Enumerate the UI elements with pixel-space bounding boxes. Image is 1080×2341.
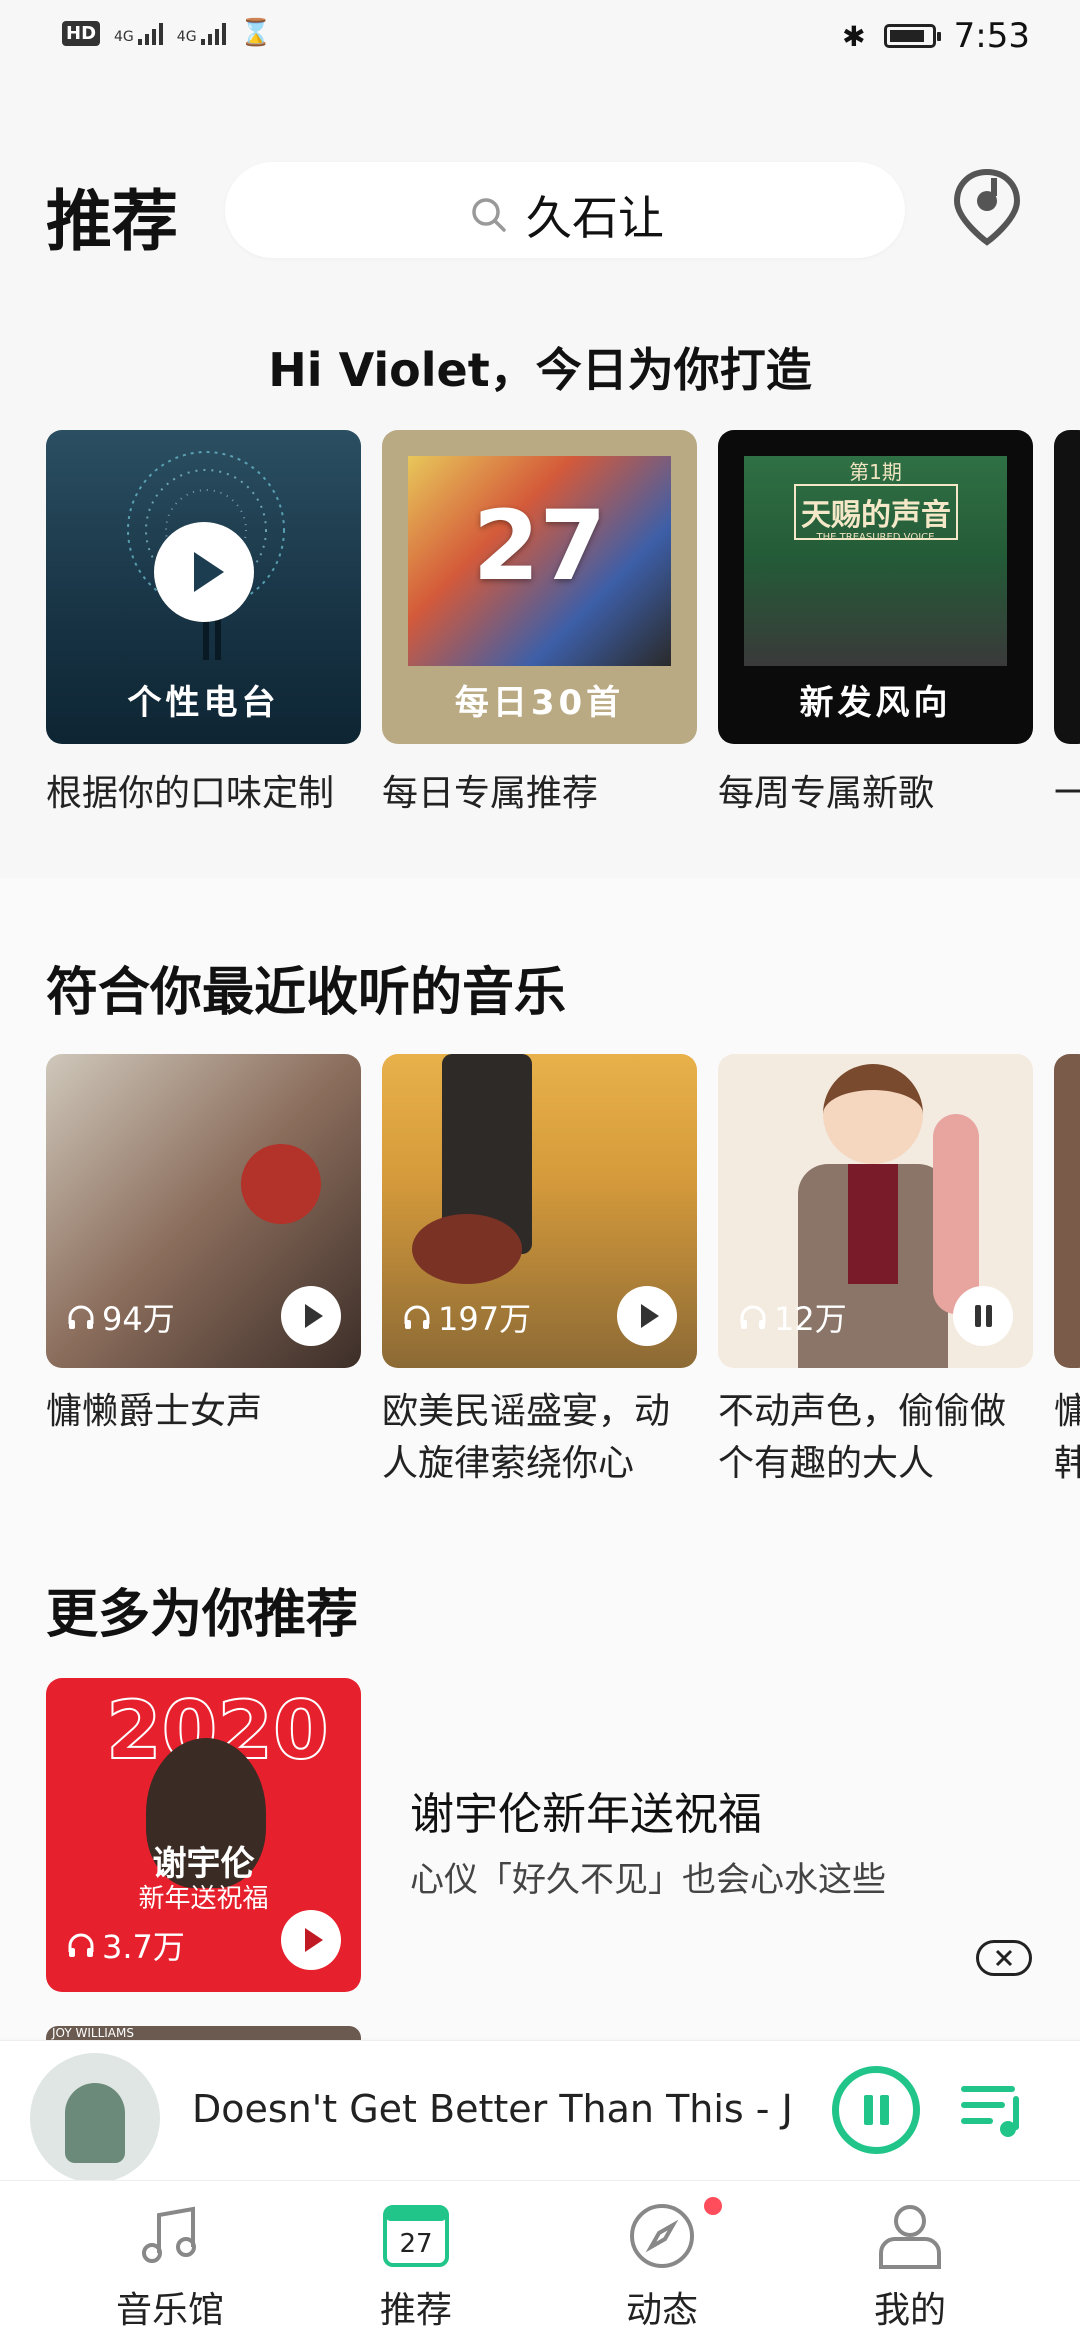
- hourglass-icon: ⌛: [239, 18, 272, 48]
- tab-mine[interactable]: 我的: [810, 2181, 1010, 2341]
- tab-moments[interactable]: 动态: [562, 2181, 762, 2341]
- network-label-1: 4G: [114, 29, 134, 45]
- tile-new-releases[interactable]: 第1期 天赐的声音 THE TREASURED VOICE 新发风向: [718, 430, 1033, 744]
- playlist-title-partial[interactable]: 慵韩: [1054, 1386, 1080, 1490]
- release-art-subtitle: THE TREASURED VOICE: [816, 532, 935, 543]
- bluetooth-icon: ✱: [842, 19, 866, 53]
- rose-art: [241, 1144, 321, 1224]
- music-note-icon: [142, 2206, 196, 2263]
- play-count-value: 12万: [774, 1300, 847, 1338]
- calendar-date: 27: [399, 2229, 433, 2259]
- tile-caption: 新发风向: [799, 683, 952, 723]
- date-number: 27: [472, 490, 607, 602]
- bottom-nav: 音乐馆 27 推荐 动态 我的: [0, 2180, 1080, 2341]
- clock: 7:53: [953, 16, 1030, 56]
- play-count: 197万: [402, 1294, 531, 1340]
- page-title: 推荐: [46, 183, 178, 260]
- feature-title[interactable]: 谢宇伦新年送祝福: [410, 1778, 762, 1842]
- tile-caption: 个性电台: [127, 683, 280, 723]
- tab-label: 我的: [873, 2290, 946, 2331]
- play-button[interactable]: [617, 1286, 677, 1346]
- next-cover-text: JOY WILLIAMS: [52, 2026, 134, 2040]
- playlist-card[interactable]: 197万: [382, 1054, 697, 1368]
- feature-card[interactable]: 2020 谢宇伦 新年送祝福 3.7万: [46, 1678, 361, 1992]
- profile-icon: [879, 2205, 941, 2269]
- character-shirt: [848, 1164, 898, 1284]
- play-count: 94万: [66, 1294, 175, 1340]
- recognize-music-icon[interactable]: [952, 168, 1022, 246]
- search-query: 久石让: [526, 191, 664, 245]
- tile-caption: 每日30首: [454, 683, 625, 723]
- cover-art: [65, 2083, 125, 2163]
- notification-dot: [704, 2197, 722, 2215]
- guitar-art: [412, 1214, 522, 1284]
- playlist-card[interactable]: 94万: [46, 1054, 361, 1368]
- play-count: 12万: [738, 1294, 847, 1340]
- tile-subtitle: 每周专属新歌: [718, 773, 935, 814]
- pause-button[interactable]: [953, 1286, 1013, 1346]
- release-art-top: 第1期: [849, 460, 902, 484]
- close-icon: [995, 1949, 1013, 1967]
- battery-icon: [883, 24, 941, 48]
- more-heading: 更多为你推荐: [46, 1585, 359, 1645]
- dismiss-button[interactable]: [976, 1940, 1032, 1976]
- hd-badge: HD: [62, 20, 101, 46]
- signal-icon-2: [200, 21, 226, 45]
- greeting: Hi Violet，今日为你打造: [268, 343, 812, 397]
- character-head: [823, 1064, 923, 1164]
- play-button[interactable]: [281, 1910, 341, 1970]
- headphones-icon: [68, 1305, 94, 1329]
- tile-personal-radio[interactable]: 个性电台: [46, 430, 361, 744]
- tab-music-hall[interactable]: 音乐馆: [70, 2181, 270, 2341]
- feature-subtitle: 心仪「好久不见」也会心水这些: [410, 1860, 886, 1900]
- search-icon: [472, 198, 506, 232]
- tab-label: 音乐馆: [115, 2290, 224, 2331]
- headphones-icon: [404, 1305, 430, 1329]
- tile-partial[interactable]: [1054, 430, 1080, 744]
- search-bar[interactable]: 久石让: [225, 162, 905, 258]
- play-count-value: 94万: [102, 1300, 175, 1338]
- playlist-card-partial[interactable]: [1054, 1054, 1080, 1368]
- release-art: 第1期 天赐的声音 THE TREASURED VOICE: [744, 456, 1007, 666]
- album-cover[interactable]: [30, 2053, 160, 2183]
- status-right: ✱ 7:53: [842, 16, 1030, 56]
- signal-4g-1: 4G: [114, 21, 163, 45]
- tile-daily-30[interactable]: 27 每日30首: [382, 430, 697, 744]
- tab-recommend[interactable]: 27 推荐: [316, 2181, 516, 2341]
- track-title[interactable]: Doesn't Get Better Than This - Joy: [192, 2087, 792, 2131]
- tab-label: 推荐: [379, 2290, 452, 2331]
- headphones-icon: [740, 1305, 766, 1329]
- playlist-icon[interactable]: [960, 2079, 1030, 2139]
- playlist-title[interactable]: 不动声色，偷偷做个有趣的大人: [718, 1386, 1033, 1490]
- signal-4g-2: 4G: [177, 21, 226, 45]
- network-label-2: 4G: [176, 29, 197, 45]
- tile-subtitle-partial: 一: [1054, 773, 1080, 814]
- signal-icon: [137, 21, 163, 45]
- playlist-title[interactable]: 欧美民谣盛宴，动人旋律萦绕你心: [382, 1386, 697, 1490]
- pause-button[interactable]: [832, 2066, 920, 2154]
- status-bar: HD 4G 4G ⌛ ✱ 7:53: [0, 0, 1080, 72]
- tile-subtitle: 每日专属推荐: [382, 773, 599, 814]
- status-left: HD 4G 4G ⌛: [62, 18, 272, 48]
- mini-player[interactable]: Doesn't Get Better Than This - Joy: [0, 2040, 1080, 2183]
- flamingo-art: [933, 1114, 979, 1314]
- tile-subtitle: 根据你的口味定制: [46, 773, 335, 814]
- play-count-value: 3.7万: [102, 1928, 185, 1966]
- headphones-icon: [68, 1933, 94, 1957]
- playlist-title[interactable]: 慵懒爵士女声: [46, 1386, 361, 1438]
- play-count-value: 197万: [438, 1300, 532, 1338]
- recent-heading: 符合你最近收听的音乐: [46, 963, 567, 1023]
- battery-fill: [889, 30, 924, 42]
- playlist-card[interactable]: 12万: [718, 1054, 1033, 1368]
- play-count: 3.7万: [66, 1922, 185, 1968]
- tab-label: 动态: [625, 2290, 698, 2331]
- play-icon[interactable]: [154, 522, 254, 622]
- play-button[interactable]: [281, 1286, 341, 1346]
- compass-icon: [630, 2204, 694, 2268]
